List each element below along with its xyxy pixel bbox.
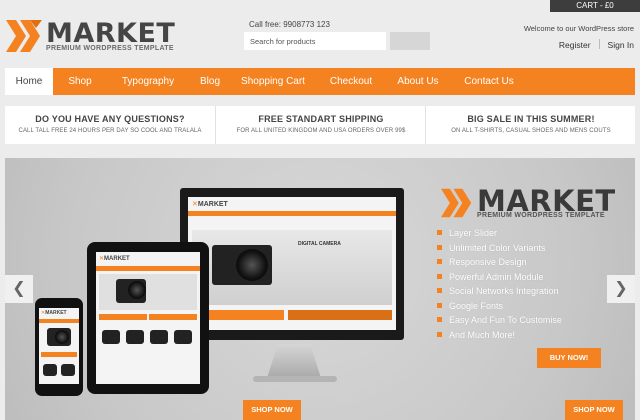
- bullet-icon: [437, 288, 442, 293]
- slide-logo: MARKET PREMIUM WORDPRESS TEMPLATE: [441, 184, 631, 228]
- feature-label: Layer Slider: [449, 228, 498, 238]
- nav-item-shopping-cart[interactable]: Shopping Cart: [231, 68, 315, 95]
- product-thumb: [61, 364, 75, 376]
- welcome-message: Welcome to our WordPress store: [523, 24, 634, 33]
- main-navigation: Home Shop Typography Blog Shopping Cart …: [5, 68, 635, 95]
- logo-tagline: PREMIUM WORDPRESS TEMPLATE: [46, 45, 174, 52]
- mini-logo: ✕MARKET: [41, 310, 67, 316]
- account-divider: [598, 39, 600, 49]
- info-box-shipping: FREE STANDART SHIPPING FOR ALL UNITED KI…: [215, 106, 426, 144]
- nav-item-typography[interactable]: Typography: [107, 68, 189, 95]
- phone-screen: ✕MARKET: [39, 308, 79, 384]
- mini-banner-right: [288, 310, 392, 320]
- mini-banner-right: [149, 314, 197, 320]
- site-header: MARKET PREMIUM WORDPRESS TEMPLATE Call f…: [0, 0, 640, 68]
- bullet-icon: [437, 331, 442, 337]
- feature-item: Unlimited Color Variants: [437, 241, 562, 256]
- bullet-icon: [437, 317, 442, 322]
- info-box-sale: BIG SALE IN THIS SUMMER! ON ALL T-SHIRTS…: [425, 106, 636, 144]
- slide-logo-tagline: PREMIUM WORDPRESS TEMPLATE: [477, 212, 605, 219]
- nav-item-about-us[interactable]: About Us: [387, 68, 449, 95]
- screen-label: DIGITAL CAMERA: [298, 241, 341, 247]
- product-thumb: [102, 330, 120, 344]
- monitor-screen: ✕MARKET DIGITAL CAMERA: [188, 197, 396, 330]
- buy-now-button[interactable]: BUY NOW!: [537, 348, 601, 368]
- info-subtitle: FOR ALL UNITED KINGDOM AND USA ORDERS OV…: [236, 128, 406, 134]
- x-logo-icon: [6, 20, 42, 52]
- feature-label: Google Fonts: [449, 300, 504, 311]
- nav-item-contact-us[interactable]: Contact Us: [449, 68, 529, 95]
- hero-slider: ✕MARKET DIGITAL CAMERA ✕MARKET ✕MARKET M…: [5, 158, 635, 420]
- tablet-screen: ✕MARKET: [96, 252, 200, 384]
- bullet-icon: [437, 230, 442, 235]
- slider-next-button[interactable]: ❯: [607, 275, 635, 303]
- feature-item: Easy And Fun To Customise: [437, 313, 562, 328]
- bullet-icon: [437, 302, 442, 308]
- product-thumb: [43, 364, 57, 376]
- slider-prev-button[interactable]: ❮: [5, 275, 33, 303]
- chevron-right-icon: ❯: [614, 280, 628, 297]
- mini-nav: [96, 266, 200, 271]
- camera-lens: [236, 249, 268, 281]
- chevron-left-icon: ❮: [12, 280, 26, 297]
- feature-list: Layer Slider Unlimited Color Variants Re…: [437, 226, 562, 342]
- mini-nav: [188, 211, 396, 216]
- camera-lens: [55, 330, 69, 344]
- product-thumb: [150, 330, 168, 344]
- feature-item: And Much More!: [437, 328, 562, 343]
- search-input[interactable]: [244, 32, 386, 50]
- feature-item: Layer Slider: [437, 226, 562, 241]
- feature-label: Unlimited Color Variants: [449, 242, 546, 253]
- info-title: FREE STANDART SHIPPING: [258, 114, 384, 124]
- search-button[interactable]: [390, 32, 430, 50]
- monitor-stand: [267, 344, 321, 378]
- monitor-image: ✕MARKET DIGITAL CAMERA: [180, 188, 404, 340]
- feature-item: Google Fonts: [437, 299, 562, 314]
- mini-logo: ✕MARKET: [99, 256, 130, 262]
- nav-item-shop[interactable]: Shop: [53, 68, 107, 95]
- feature-label: And Much More!: [449, 329, 516, 340]
- mini-logo: ✕MARKET: [192, 201, 228, 208]
- bullet-icon: [437, 273, 442, 279]
- call-free-text: Call free: 9908773 123: [249, 20, 330, 29]
- feature-item: Responsive Design: [437, 255, 562, 270]
- mini-nav: [39, 319, 79, 323]
- info-subtitle: ON ALL T-SHIRTS, CASUAL SHOES AND MENS C…: [451, 128, 611, 134]
- bullet-icon: [437, 244, 442, 250]
- product-thumb: [174, 330, 192, 344]
- feature-item: Powerful Admin Module: [437, 270, 562, 285]
- info-box-questions: DO YOU HAVE ANY QUESTIONS? CALL TALL FRE…: [5, 106, 215, 144]
- mini-slide: [99, 274, 197, 310]
- bullet-icon: [437, 259, 442, 264]
- info-title: DO YOU HAVE ANY QUESTIONS?: [35, 114, 185, 124]
- feature-label: Social Networks Integration: [449, 286, 559, 296]
- info-bar: DO YOU HAVE ANY QUESTIONS? CALL TALL FRE…: [5, 106, 635, 144]
- account-links: Register Sign In: [559, 39, 634, 50]
- cart-button[interactable]: CART - £0: [550, 0, 640, 12]
- info-subtitle: CALL TALL FREE 24 HOURS PER DAY SO COOL …: [18, 128, 202, 134]
- nav-item-home[interactable]: Home: [5, 68, 53, 95]
- nav-item-checkout[interactable]: Checkout: [315, 68, 387, 95]
- feature-label: Easy And Fun To Customise: [449, 315, 562, 325]
- sign-in-link[interactable]: Sign In: [608, 40, 634, 50]
- product-thumb: [126, 330, 144, 344]
- x-logo-icon: [441, 188, 472, 218]
- info-title: BIG SALE IN THIS SUMMER!: [467, 114, 595, 124]
- register-link[interactable]: Register: [559, 40, 591, 50]
- monitor-base: [253, 376, 337, 382]
- shop-now-button-right[interactable]: SHOP NOW: [565, 400, 623, 420]
- camera-lens: [128, 281, 146, 299]
- feature-label: Responsive Design: [449, 257, 527, 267]
- site-logo[interactable]: MARKET PREMIUM WORDPRESS TEMPLATE: [6, 18, 175, 60]
- shop-now-button-left[interactable]: SHOP NOW: [243, 400, 301, 420]
- feature-item: Social Networks Integration: [437, 284, 562, 299]
- mini-banner: [41, 352, 77, 357]
- phone-image: ✕MARKET: [35, 298, 83, 396]
- nav-item-blog[interactable]: Blog: [189, 68, 231, 95]
- mini-banner-left: [99, 314, 147, 320]
- tablet-image: ✕MARKET: [87, 242, 209, 394]
- feature-label: Powerful Admin Module: [449, 271, 544, 282]
